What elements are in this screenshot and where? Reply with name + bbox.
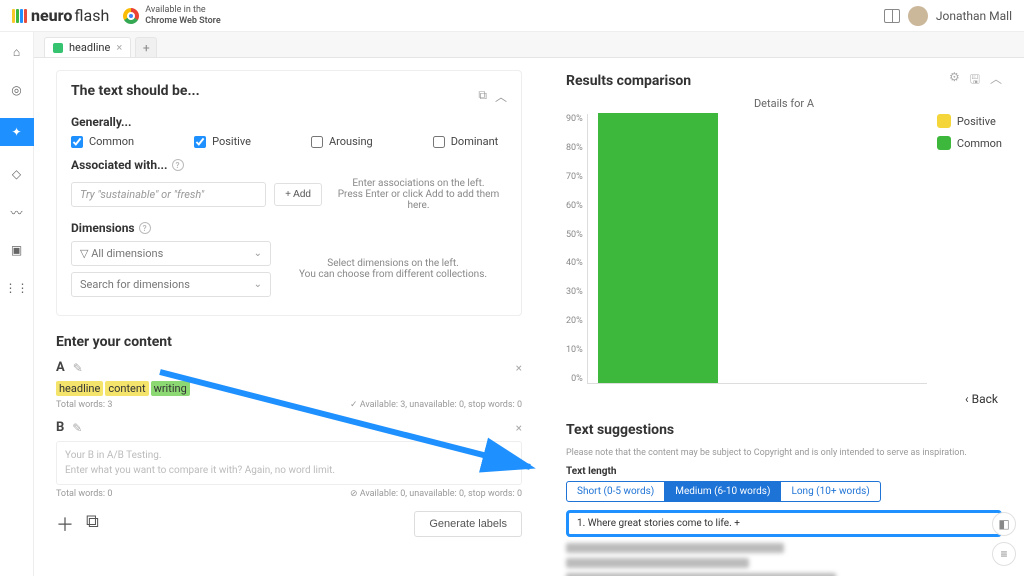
assoc-input[interactable]: Try "sustainable" or "fresh"	[71, 182, 266, 207]
check-common[interactable]: Common	[71, 135, 134, 148]
document-tabs: headline × +	[34, 32, 1024, 58]
collapse-icon[interactable]: ︿	[990, 70, 1002, 91]
results-chart: 90%80%70%60%50%40%30%20%10%0%	[566, 114, 927, 384]
suggestion-item-1[interactable]: 1. Where great stories come to life. +	[566, 510, 1002, 537]
app-logo: neuroflash	[12, 6, 109, 25]
dimensions-title: Dimensions	[71, 221, 135, 235]
nav-share[interactable]: ⋮⋮	[7, 278, 27, 298]
seg-medium[interactable]: Medium (6-10 words)	[664, 482, 780, 501]
tab-headline[interactable]: headline ×	[44, 37, 131, 57]
left-nav: ⌂ ◎ ✦ ◇ 〰 ▣ ⋮⋮	[0, 32, 34, 576]
remove-variant-a[interactable]: ×	[516, 361, 522, 375]
remove-variant-b[interactable]: ×	[516, 421, 522, 435]
text-length-segment: Short (0-5 words) Medium (6-10 words) Lo…	[566, 481, 881, 502]
variant-b-input[interactable]: Your B in A/B Testing. Enter what you wa…	[56, 441, 522, 485]
suggestions-heading: Text suggestions	[566, 422, 1002, 438]
edit-icon[interactable]: ✎	[72, 421, 82, 435]
topbar: neuroflash Available in theChrome Web St…	[0, 0, 1024, 32]
duplicate-icon[interactable]: ⧉	[86, 511, 99, 537]
nav-trends[interactable]: 〰	[7, 202, 27, 222]
help-icon[interactable]: ?	[172, 159, 184, 171]
chart-title: Details for A	[566, 97, 1002, 110]
dimensions-dropdown[interactable]: ▽ All dimensions⌄	[71, 241, 271, 266]
criteria-card: The text should be... ⧉ ︿ Generally... C…	[56, 70, 522, 316]
suggestions-disclaimer: Please note that the content may be subj…	[566, 448, 1002, 458]
float-button-2[interactable]: ≡	[992, 542, 1016, 566]
seg-short[interactable]: Short (0-5 words)	[567, 482, 664, 501]
copy-icon[interactable]: ⧉	[478, 88, 487, 105]
help-icon[interactable]: ?	[139, 222, 151, 234]
tab-add-button[interactable]: +	[135, 37, 157, 57]
tab-icon	[53, 43, 63, 53]
variant-b-letter: B	[56, 420, 64, 435]
close-icon[interactable]: ×	[116, 41, 122, 54]
generate-labels-button[interactable]: Generate labels	[414, 511, 522, 537]
save-icon[interactable]: 🖫	[970, 70, 980, 91]
variant-a-text[interactable]: headline content writing	[56, 381, 190, 396]
avatar[interactable]	[908, 6, 928, 26]
dimensions-search[interactable]: Search for dimensions⌄	[71, 272, 271, 297]
book-icon[interactable]	[884, 9, 900, 23]
content-heading: Enter your content	[56, 334, 522, 350]
nav-image[interactable]: ▣	[7, 240, 27, 260]
nav-create[interactable]: ✦	[0, 118, 34, 146]
results-heading: Results comparison	[566, 73, 691, 89]
gear-icon[interactable]: ⚙	[949, 70, 960, 91]
check-dominant[interactable]: Dominant	[433, 135, 499, 148]
seg-long[interactable]: Long (10+ words)	[780, 482, 879, 501]
add-button[interactable]: + Add	[274, 183, 322, 206]
variant-a-letter: A	[56, 360, 65, 375]
assoc-title: Associated with...	[71, 158, 168, 172]
nav-tags[interactable]: ◇	[7, 164, 27, 184]
text-length-label: Text length	[566, 466, 1002, 477]
criteria-heading: The text should be...	[71, 83, 200, 99]
chart-legend: Positive Common	[937, 114, 1002, 384]
generally-label: Generally...	[71, 115, 507, 129]
float-button-1[interactable]: ◧	[992, 512, 1016, 536]
check-arousing[interactable]: Arousing	[311, 135, 373, 148]
chrome-icon	[123, 8, 139, 24]
suggestion-blurred-list	[566, 543, 1002, 576]
edit-icon[interactable]: ✎	[73, 361, 83, 375]
user-area: Jonathan Mall	[884, 6, 1012, 26]
user-name[interactable]: Jonathan Mall	[936, 9, 1012, 23]
back-link[interactable]: ‹ Back	[566, 392, 998, 406]
chrome-store-badge[interactable]: Available in theChrome Web Store	[123, 5, 220, 27]
nav-explore[interactable]: ◎	[7, 80, 27, 100]
collapse-icon[interactable]: ︿	[495, 88, 507, 105]
check-positive[interactable]: Positive	[194, 135, 251, 148]
add-variant-icon[interactable]: ＋	[56, 511, 74, 537]
nav-home[interactable]: ⌂	[7, 42, 27, 62]
